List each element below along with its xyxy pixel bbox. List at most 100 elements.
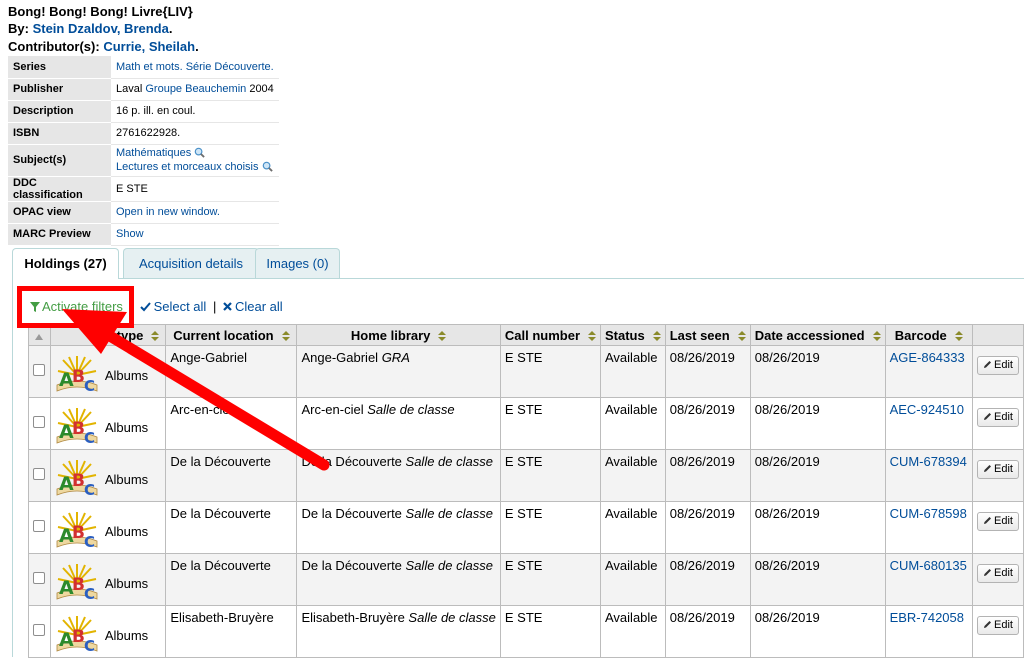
row-checkbox[interactable]: [33, 624, 46, 636]
row-checkbox[interactable]: [33, 572, 46, 584]
status-cell: Available: [600, 605, 666, 658]
select-all-link[interactable]: Select all: [139, 299, 206, 314]
barcode-link[interactable]: EBR-742058: [890, 610, 964, 625]
select-cell: [28, 449, 51, 502]
subject-link-2[interactable]: Lectures et morceaux choisis: [116, 161, 258, 173]
by-label: By:: [8, 21, 33, 36]
pencil-icon: [984, 361, 992, 368]
row-checkbox[interactable]: [33, 520, 46, 532]
home-library-shelf: Salle de classe: [405, 558, 493, 573]
call-number-cell: E STE: [499, 501, 602, 554]
edit-button[interactable]: Edit: [977, 512, 1019, 531]
status-cell: Available: [600, 553, 666, 606]
row-checkbox[interactable]: [33, 364, 46, 376]
call-number-cell: E STE: [499, 449, 602, 502]
tab-acquisition-details[interactable]: Acquisition details: [123, 248, 259, 278]
actions-cell: Edit: [972, 449, 1024, 502]
select-cell: [28, 553, 51, 606]
magnifier-icon[interactable]: [194, 147, 206, 158]
itemtype-cell: A B C Albums: [49, 553, 167, 606]
row-checkbox[interactable]: [33, 468, 46, 480]
abc-albums-icon: AB C: [56, 564, 98, 603]
last-seen-cell: 08/26/2019: [664, 605, 751, 658]
barcode-link[interactable]: CUM-678598: [890, 506, 967, 521]
sort-icon: [737, 330, 746, 341]
barcode-link[interactable]: CUM-678394: [890, 454, 967, 469]
contributor-label: Contributor(s):: [8, 39, 104, 54]
sort-icon: [872, 330, 881, 341]
itemtype-cell: A B C Albums: [49, 397, 167, 450]
home-library-name: De la Découverte: [301, 506, 406, 521]
pencil-icon: [984, 621, 992, 628]
column-header-last-seen[interactable]: Last seen: [664, 324, 751, 346]
clear-all-link[interactable]: Clear all: [223, 299, 283, 314]
abc-albums-icon: AB C: [56, 616, 98, 655]
column-label-date-accessioned: Date accessioned: [754, 327, 865, 343]
column-header-current-location[interactable]: Current location: [165, 324, 298, 346]
column-header-barcode[interactable]: Barcode: [884, 324, 974, 346]
current-location-cell: Elisabeth-Bruyère: [165, 605, 298, 658]
tab-holdings[interactable]: Holdings (27): [12, 248, 119, 279]
series-link[interactable]: Math et mots. Série Découverte.: [116, 61, 274, 73]
select-cell: [28, 501, 51, 554]
subject-link-1[interactable]: Mathématiques: [116, 147, 191, 159]
opac-label: OPAC view: [8, 201, 111, 224]
itemtype-label: Albums: [104, 419, 149, 435]
column-label-call-number: Call number: [504, 327, 580, 343]
svg-text:C: C: [84, 585, 95, 603]
edit-button[interactable]: Edit: [977, 564, 1019, 583]
barcode-link[interactable]: CUM-680135: [890, 558, 967, 573]
barcode-link[interactable]: AEC-924510: [890, 402, 964, 417]
tab-images[interactable]: Images (0): [255, 248, 340, 278]
opac-link[interactable]: Open in new window.: [116, 206, 220, 218]
table-row: A B C Albums De la Découverte De la Découvert…: [28, 501, 1024, 554]
barcode-cell: AEC-924510: [884, 397, 974, 450]
edit-button[interactable]: Edit: [977, 616, 1019, 635]
edit-label: Edit: [994, 567, 1013, 579]
itemtype-label: Albums: [104, 575, 149, 591]
svg-text:C: C: [84, 377, 95, 395]
edit-button[interactable]: Edit: [977, 356, 1019, 375]
column-header-status[interactable]: Status: [600, 324, 666, 346]
abc-albums-icon: AB C: [56, 356, 98, 395]
sort-icon: [438, 330, 447, 341]
call-number-cell: E STE: [499, 605, 602, 658]
status-cell: Available: [600, 345, 666, 398]
home-library-cell: Elisabeth-Bruyère Salle de classe: [296, 605, 501, 658]
actions-cell: Edit: [972, 605, 1024, 658]
contributor-line: Contributor(s): Currie, Sheilah.: [8, 38, 199, 55]
itemtype-label: Albums: [104, 627, 149, 643]
biblio-details-table: Series Math et mots. Série Découverte. Pu…: [8, 56, 279, 246]
publisher-year: 2004: [246, 83, 274, 95]
record-title: Bong! Bong! Bong! Livre{LIV}: [8, 4, 193, 19]
last-seen-cell: 08/26/2019: [664, 501, 751, 554]
row-checkbox[interactable]: [33, 416, 46, 428]
column-header-call-number[interactable]: Call number: [499, 324, 602, 346]
pencil-icon: [984, 413, 992, 420]
contributor-link[interactable]: Currie, Sheilah: [103, 39, 195, 54]
barcode-cell: CUM-680135: [884, 553, 974, 606]
description-label: Description: [8, 100, 111, 123]
last-seen-cell: 08/26/2019: [664, 345, 751, 398]
edit-label: Edit: [994, 515, 1013, 527]
table-row: A B C Albums Arc-en-ciel Arc-en-ciel Salle de…: [28, 397, 1024, 450]
isbn-label: ISBN: [8, 122, 111, 145]
column-label-status: Status: [605, 327, 645, 343]
contributor-period: .: [195, 39, 199, 54]
toolbar-separator: |: [212, 299, 217, 314]
barcode-link[interactable]: AGE-864333: [890, 350, 965, 365]
edit-button[interactable]: Edit: [977, 460, 1019, 479]
pencil-icon: [984, 517, 992, 524]
column-header-date-accessioned[interactable]: Date accessioned: [749, 324, 886, 346]
column-header-home-library[interactable]: Home library: [296, 324, 501, 346]
publisher-link[interactable]: Groupe Beauchemin: [145, 83, 246, 95]
call-number-cell: E STE: [499, 553, 602, 606]
marc-preview-link[interactable]: Show: [116, 228, 144, 240]
magnifier-icon[interactable]: [262, 161, 273, 172]
home-library-name: De la Découverte: [301, 558, 406, 573]
table-row: A B C Albums Elisabeth-Bruyère Elisabeth-Bruy…: [28, 605, 1024, 658]
barcode-cell: EBR-742058: [884, 605, 974, 658]
sort-icon: [35, 333, 44, 340]
author-link[interactable]: Stein Dzaldov, Brenda: [33, 21, 169, 36]
edit-button[interactable]: Edit: [977, 408, 1019, 427]
